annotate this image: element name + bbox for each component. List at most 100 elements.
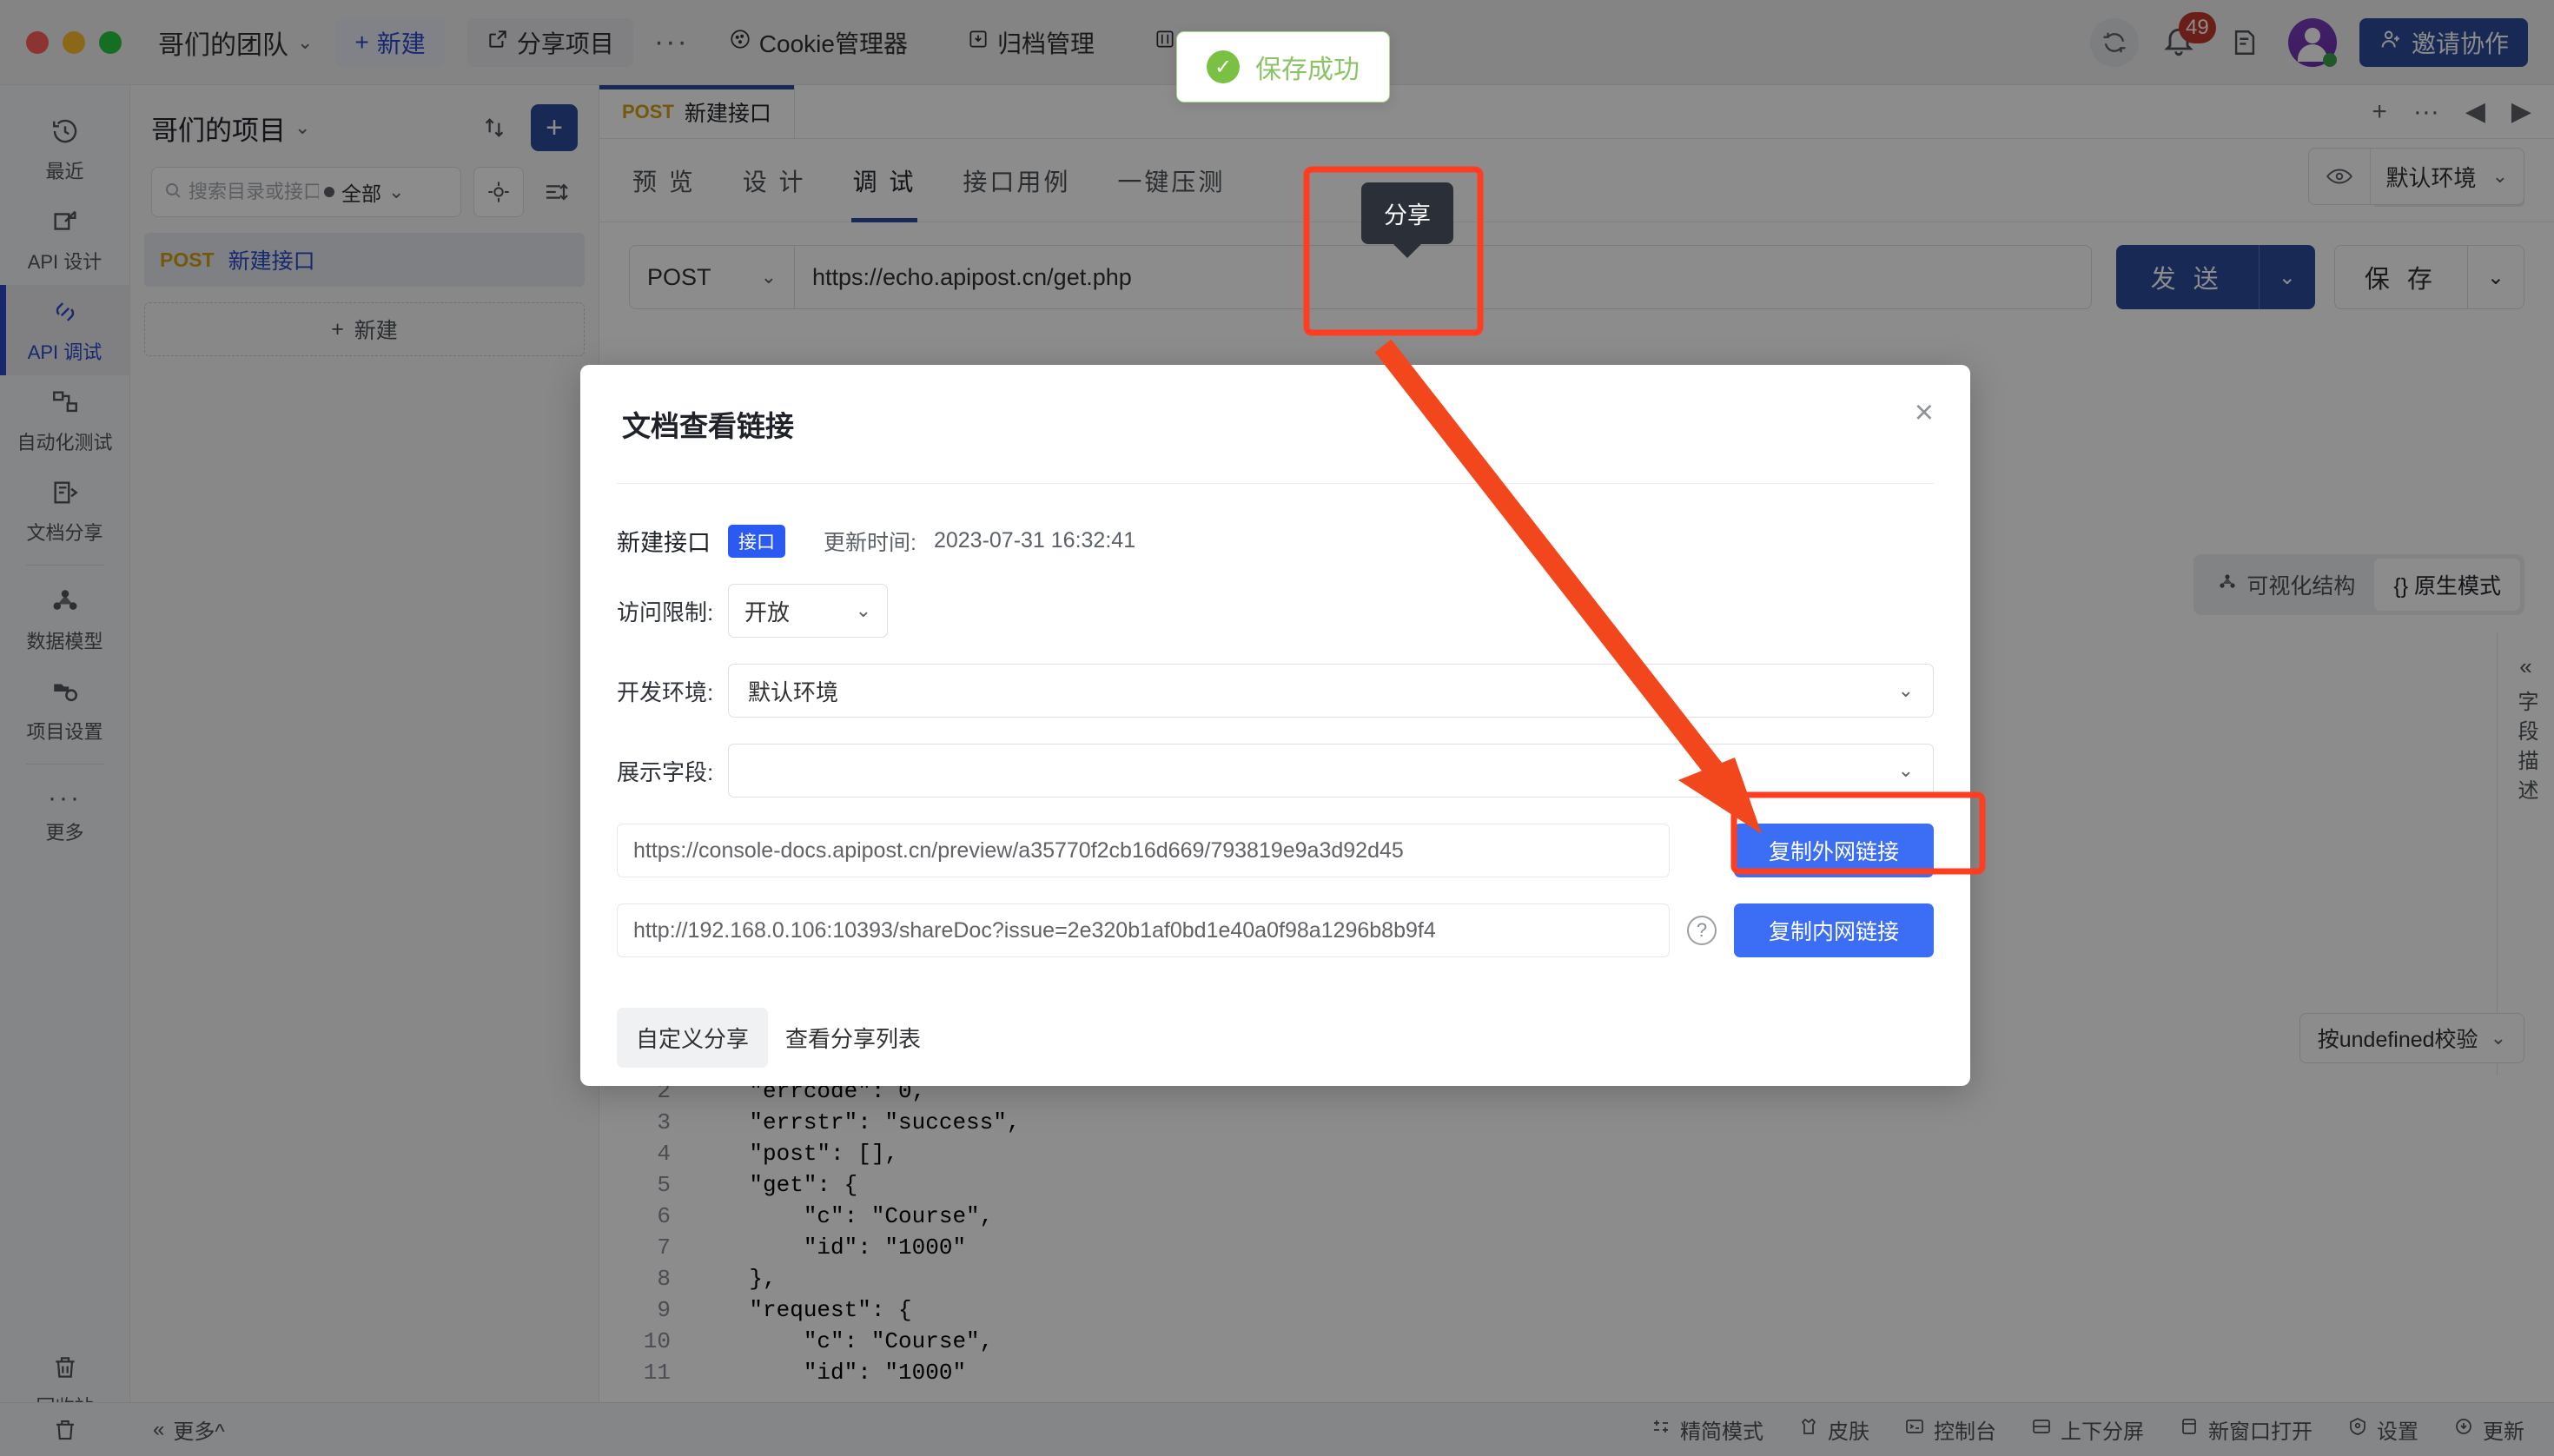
display-fields-select[interactable]: ⌄ [728,744,1934,797]
maximize-window-button[interactable] [99,30,122,54]
sidebar-item-recent[interactable]: 最近 [0,104,130,195]
statusbar-split-view[interactable]: 上下分屏 [2031,1414,2144,1445]
share-project-button[interactable]: 分享项目 [466,17,633,67]
copy-external-link-button[interactable]: 复制外网链接 [1734,824,1934,877]
invite-collaborate-button[interactable]: 邀请协作 [2359,17,2528,67]
line-content: "c": "Course", [695,1203,994,1229]
team-name-label: 哥们的团队 [158,30,288,60]
statusbar-trash[interactable] [0,1417,130,1443]
help-icon[interactable]: ? [1687,916,1717,945]
search-box[interactable]: 全部 ⌄ [151,167,461,217]
statusbar-label: 精简模式 [1680,1420,1763,1444]
send-button[interactable]: 发 送 ⌄ [2115,245,2315,309]
modal-header: 文档查看链接 × [580,365,1970,445]
statusbar-new-window[interactable]: 新窗口打开 [2179,1414,2312,1445]
close-icon[interactable]: × [1915,396,1934,429]
sidebar-item-doc-share[interactable]: 文档分享 [0,466,130,556]
doc-share-icon [50,478,80,512]
eye-icon[interactable] [2309,149,2371,204]
url-input[interactable]: https://echo.apipost.cn/get.php [794,245,2092,309]
modal-update-time-label: 更新时间: [824,530,916,555]
tab-method-badge: POST [622,100,674,122]
sidebar-item-automation[interactable]: 自动化测试 [0,375,130,466]
team-selector[interactable]: 哥们的团队 ⌄ [158,23,313,62]
share-tooltip: 分享 [1361,182,1453,244]
line-content: "errstr": "success", [695,1109,1021,1135]
tab-new-api[interactable]: POST 新建接口 [599,85,795,138]
sidebar-item-api-debug[interactable]: API 调试 [0,285,130,375]
tab-debug[interactable]: 调 试 [850,139,920,222]
send-dropdown-button[interactable]: ⌄ [2258,245,2315,309]
statusbar-label: 设置 [2377,1420,2418,1444]
statusbar-update[interactable]: 更新 [2453,1414,2524,1445]
avatar[interactable] [2287,17,2337,67]
check-circle-icon: ✓ [1207,50,1240,83]
tabs-more-button[interactable]: ··· [2413,97,2439,127]
sidebar-label-project-settings: 项目设置 [26,721,103,743]
body-mode-switch: 可视化结构 {} 原生模式 [2193,554,2524,615]
tabs-next-button[interactable]: ▶ [2511,96,2531,127]
mode-raw-button[interactable]: {} 原生模式 [2374,559,2520,611]
archive-manager-button[interactable]: 归档管理 [948,18,1114,67]
copy-internal-link-button[interactable]: 复制内网链接 [1734,903,1934,957]
internal-link-input[interactable]: http://192.168.0.106:10393/shareDoc?issu… [617,903,1670,957]
sidebar-item-data-model[interactable]: 数据模型 [0,574,130,665]
document-tabs: POST 新建接口 + ··· ◀ ▶ [599,85,2554,139]
new-button[interactable]: + 新建 [335,17,445,67]
statusbar-skin[interactable]: 皮肤 [1798,1414,1869,1445]
tab-api-cases[interactable]: 接口用例 [959,139,1074,222]
dev-environment-select[interactable]: 默认环境 ⌄ [728,664,1934,718]
tab-stress-test[interactable]: 一键压测 [1114,139,1228,222]
modal-actions: 自定义分享 查看分享列表 [617,1008,1934,1102]
import-export-button[interactable] [473,107,515,149]
access-restriction-value: 开放 [744,599,791,625]
save-button[interactable]: 保 存 ⌄ [2333,245,2524,309]
tab-design[interactable]: 设 计 [739,139,810,222]
modal-update-time-value: 2023-07-31 16:32:41 [933,528,1136,553]
statusbar-compact-mode[interactable]: 精简模式 [1651,1414,1763,1445]
close-window-button[interactable] [26,30,49,54]
filter-selector[interactable]: 全部 ⌄ [324,177,404,207]
compact-icon [1651,1416,1671,1443]
sidebar-item-project-settings[interactable]: 项目设置 [0,665,130,755]
sort-button[interactable] [536,171,578,213]
cookie-manager-button[interactable]: Cookie管理器 [710,18,927,67]
environment-selector[interactable]: 默认环境 ⌄ [2307,148,2524,205]
debug-icon [50,297,80,331]
chevron-down-icon: ⌄ [1897,759,1914,781]
add-tab-button[interactable]: + [2372,97,2387,127]
search-input[interactable] [189,181,319,203]
http-method-selector[interactable]: POST ⌄ [629,245,794,309]
mode-visual-button[interactable]: 可视化结构 [2198,559,2374,611]
custom-share-button[interactable]: 自定义分享 [617,1008,769,1068]
minimize-window-button[interactable] [63,30,85,54]
titlebar-more-button[interactable]: ··· [654,25,689,59]
verify-selector[interactable]: 按undefined校验 ⌄ [2299,1013,2524,1063]
window-controls[interactable] [0,30,122,54]
access-restriction-select[interactable]: 开放 ⌄ [728,584,888,638]
tabs-prev-button[interactable]: ◀ [2465,96,2485,127]
external-link-input[interactable]: https://console-docs.apipost.cn/preview/… [617,824,1670,877]
statusbar-console[interactable]: 控制台 [1904,1414,1996,1445]
tab-preview[interactable]: 预 览 [629,139,699,222]
line-content: "id": "1000" [695,1360,967,1386]
sidebar-item-api-design[interactable]: API 设计 [0,195,130,285]
sidebar-label-api-design: API 设计 [27,251,103,273]
notifications-button[interactable]: 49 [2161,11,2216,64]
list-item-api[interactable]: POST 新建接口 [144,233,585,287]
statusbar-more-button[interactable]: « 更多^ [153,1414,225,1445]
response-code-viewer[interactable]: 2 "errcode": 0, 3 "errstr": "success", 4… [599,1075,2554,1402]
titlebar-right-actions: 49 邀请协作 [2089,11,2554,67]
line-number: 6 [657,1203,671,1229]
notes-button[interactable] [2224,22,2266,63]
sidebar-item-more[interactable]: ··· 更多 [0,773,130,856]
add-api-button[interactable]: + [531,104,578,151]
statusbar-settings[interactable]: 设置 [2347,1414,2418,1445]
save-dropdown-button[interactable]: ⌄ [2466,246,2524,308]
create-new-button[interactable]: + 新建 [144,302,585,356]
locate-button[interactable] [473,167,524,217]
display-fields-label: 展示字段: [617,758,714,785]
project-selector[interactable]: 哥们的项目 ⌄ [151,109,310,148]
sync-button[interactable] [2089,17,2139,67]
view-share-list-button[interactable]: 查看分享列表 [777,1008,930,1068]
